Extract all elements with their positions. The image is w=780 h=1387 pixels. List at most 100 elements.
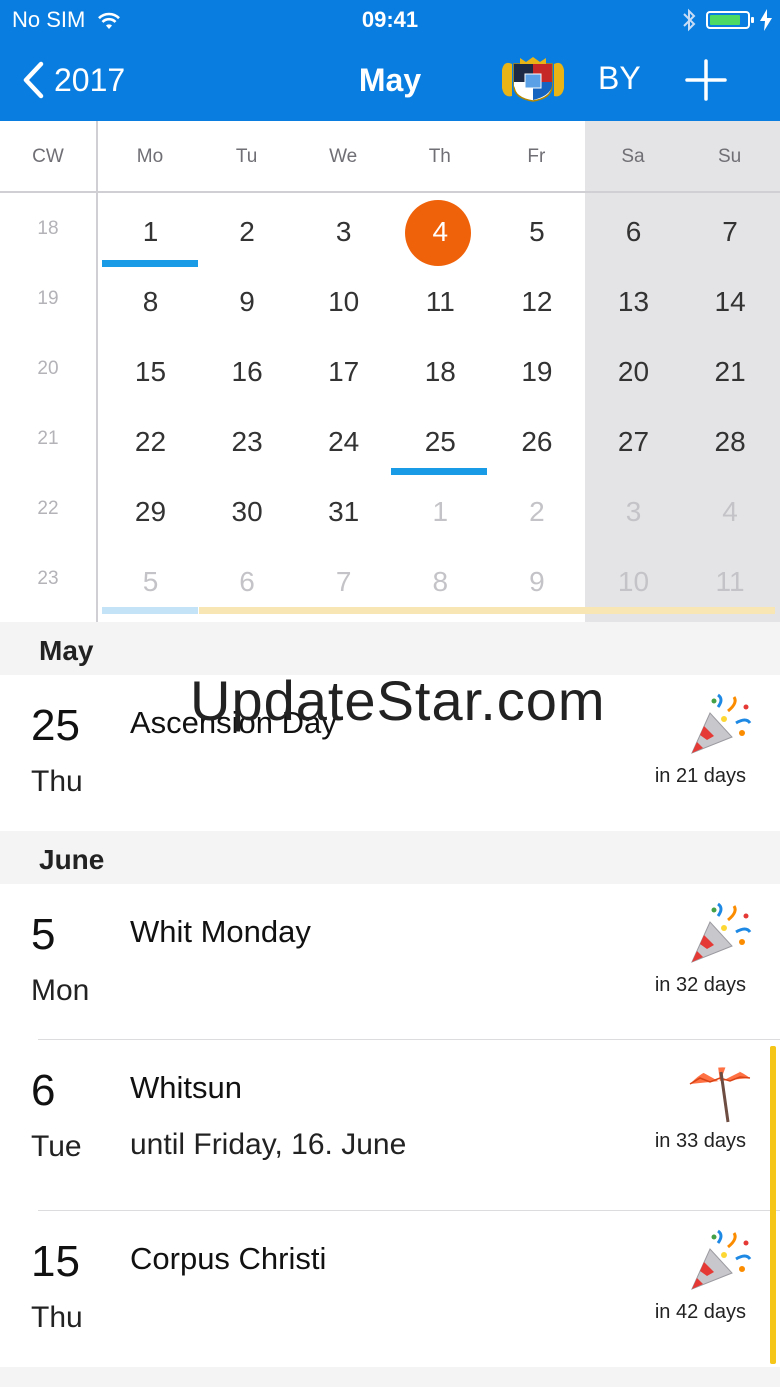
cw-column-header: CW [32, 146, 64, 167]
day-cell[interactable]: 21 [682, 338, 779, 408]
event-day: 15 [31, 1237, 80, 1286]
event-title: Ascension Day [130, 705, 337, 740]
weekday-header-tu: Tu [235, 146, 258, 167]
weekday-header-sa: Sa [621, 146, 645, 167]
day-cell[interactable]: 24 [295, 408, 392, 478]
day-cell[interactable]: 4 [392, 198, 489, 268]
event-subtitle: until Friday, 16. June [130, 1128, 407, 1161]
back-button-label: 2017 [54, 61, 126, 98]
holiday-marker-june-5 [102, 607, 198, 614]
status-bar: No SIM 09:41 [0, 0, 780, 40]
day-cell-adjacent-month[interactable]: 3 [585, 478, 682, 548]
day-cell[interactable]: 16 [199, 338, 296, 408]
header-divider [0, 191, 780, 193]
day-cell-adjacent-month[interactable]: 1 [392, 478, 489, 548]
event-row-whitsun[interactable]: 6 Tue Whitsun until Friday, 16. June in … [0, 1040, 780, 1210]
day-cell[interactable]: 15 [102, 338, 199, 408]
weekday-header-we: We [329, 146, 358, 167]
event-day: 25 [31, 701, 80, 750]
party-popper-icon [691, 1229, 752, 1290]
charging-icon [760, 9, 772, 31]
week-number: 21 [37, 428, 59, 449]
day-cell[interactable]: 28 [682, 408, 779, 478]
event-weekday: Thu [31, 765, 83, 798]
day-cell[interactable]: 14 [682, 268, 779, 338]
battery-icon [706, 11, 754, 29]
weekday-header-th: Th [428, 146, 451, 167]
day-cell[interactable]: 27 [585, 408, 682, 478]
event-row-whit-monday[interactable]: 5 Mon Whit Monday in 32 days [0, 884, 780, 1040]
vacation-span-indicator [770, 1046, 776, 1364]
day-cell[interactable]: 12 [488, 268, 585, 338]
day-cell[interactable]: 6 [585, 198, 682, 268]
event-countdown: in 21 days [654, 765, 746, 787]
section-title: May [39, 635, 94, 666]
event-title: Whit Monday [130, 914, 311, 949]
event-countdown: in 42 days [654, 1301, 746, 1323]
day-cell[interactable]: 29 [102, 478, 199, 548]
holiday-marker-may-25 [391, 468, 487, 475]
day-cell[interactable]: 31 [295, 478, 392, 548]
day-cell[interactable]: 30 [199, 478, 296, 548]
status-indicators [682, 7, 772, 33]
day-cell[interactable]: 19 [488, 338, 585, 408]
event-title: Whitsun [130, 1070, 242, 1105]
party-popper-icon [691, 693, 752, 754]
event-countdown: in 32 days [654, 974, 746, 996]
day-cell[interactable]: 13 [585, 268, 682, 338]
event-title: Corpus Christi [130, 1241, 327, 1276]
day-cell[interactable]: 20 [585, 338, 682, 408]
day-cell[interactable]: 9 [199, 268, 296, 338]
beach-umbrella-icon [689, 1065, 751, 1123]
week-number: 23 [37, 568, 59, 589]
day-cell[interactable]: 23 [199, 408, 296, 478]
section-header-june: June [0, 831, 780, 884]
section-header-next [0, 1367, 780, 1387]
week-number: 20 [37, 358, 59, 379]
day-cell[interactable]: 2 [199, 198, 296, 268]
week-number: 22 [37, 498, 59, 519]
event-countdown: in 33 days [654, 1130, 746, 1152]
weekday-header-mo: Mo [136, 146, 164, 167]
day-cell[interactable]: 17 [295, 338, 392, 408]
event-weekday: Thu [31, 1301, 83, 1334]
day-cell[interactable]: 7 [682, 198, 779, 268]
week-number: 18 [37, 218, 59, 239]
day-cell[interactable]: 5 [488, 198, 585, 268]
month-calendar: CW Mo Tu We Th Fr Sa Su 18 19 20 21 22 23 123456789… [0, 121, 780, 622]
event-weekday: Mon [31, 974, 90, 1007]
day-cell[interactable]: 22 [102, 408, 199, 478]
weekday-header-su: Su [717, 146, 742, 167]
app-header: No SIM 09:41 2017 May BY [0, 0, 780, 121]
event-row-corpus-christi[interactable]: 15 Thu Corpus Christi in 42 days [0, 1211, 780, 1367]
section-header-may: May [0, 622, 780, 675]
region-selector[interactable]: BY [598, 60, 641, 97]
cw-divider [96, 121, 98, 622]
add-icon[interactable] [684, 58, 728, 102]
event-row-ascension-day[interactable]: 25 Thu Ascension Day in 21 days [0, 675, 780, 831]
day-cell[interactable]: 8 [102, 268, 199, 338]
holiday-marker-may-1 [102, 260, 198, 267]
day-cell[interactable]: 1 [102, 198, 199, 268]
day-cell[interactable]: 11 [392, 268, 489, 338]
event-day: 6 [31, 1066, 56, 1115]
vacation-marker-whitsun [199, 607, 775, 614]
back-button[interactable]: 2017 [22, 58, 125, 102]
week-number: 19 [37, 288, 59, 309]
day-cell[interactable]: 26 [488, 408, 585, 478]
event-weekday: Tue [31, 1130, 82, 1163]
party-popper-icon [691, 902, 752, 963]
bluetooth-icon [683, 8, 696, 32]
event-day: 5 [31, 910, 56, 959]
day-cell-adjacent-month[interactable]: 2 [488, 478, 585, 548]
day-cell[interactable]: 18 [392, 338, 489, 408]
day-cell[interactable]: 3 [295, 198, 392, 268]
bavaria-coat-of-arms-icon[interactable] [498, 56, 568, 102]
chevron-left-icon [23, 61, 44, 99]
day-cell-adjacent-month[interactable]: 4 [682, 478, 779, 548]
nav-bar: 2017 May BY [0, 40, 780, 121]
status-time: 09:41 [361, 7, 419, 32]
day-cell[interactable]: 10 [295, 268, 392, 338]
section-title: June [39, 844, 105, 875]
weekday-header-fr: Fr [527, 146, 546, 167]
